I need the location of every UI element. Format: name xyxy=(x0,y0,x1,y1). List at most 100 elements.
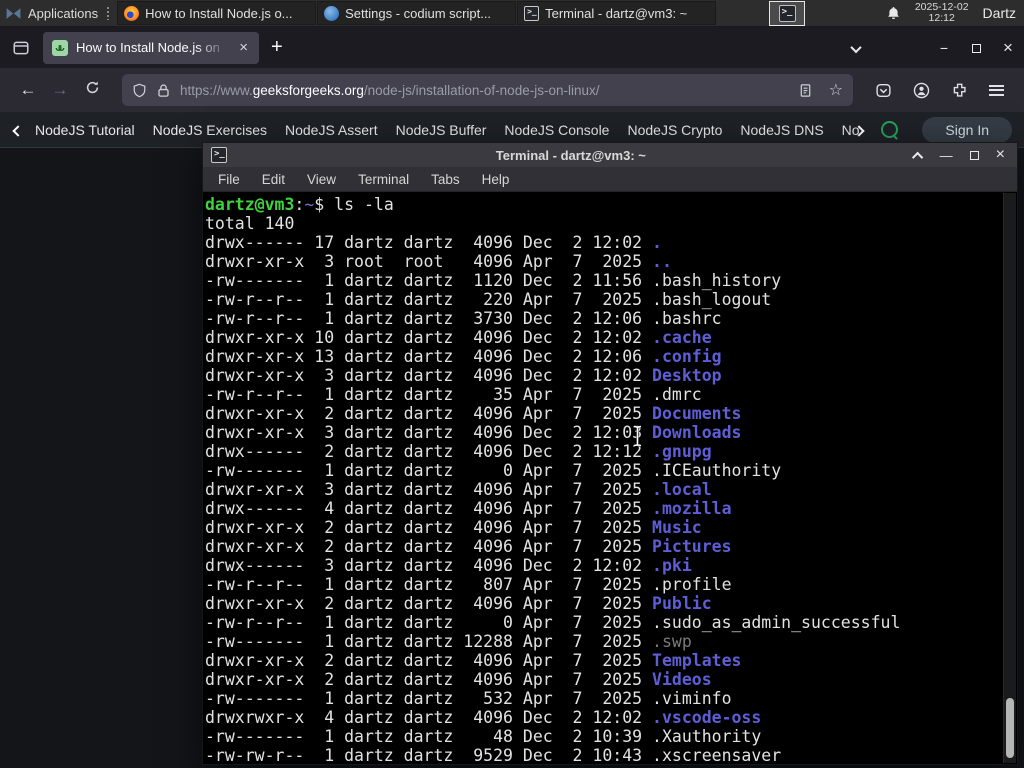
clock-time: 12:12 xyxy=(928,12,955,24)
terminal-menu-view[interactable]: View xyxy=(296,172,347,187)
terminal-titlebar[interactable]: Terminal - dartz@vm3: ~ — × xyxy=(203,143,1017,167)
terminal-output-line: -rw-r--r-- 1 dartz dartz 807 Apr 7 2025 … xyxy=(205,575,1003,594)
url-bar[interactable]: https://www.geeksforgeeks.org/node-js/in… xyxy=(122,74,853,106)
forward-button[interactable]: → xyxy=(44,80,76,100)
taskbar-window-button[interactable]: Terminal - dartz@vm3: ~ xyxy=(517,1,717,25)
terminal-menu-file[interactable]: File xyxy=(207,172,251,187)
terminal-scrollbar[interactable] xyxy=(1003,193,1016,763)
scrollbar-thumb[interactable] xyxy=(1006,698,1014,758)
site-nav-item[interactable]: NodeJS Buffer xyxy=(387,122,496,138)
lock-icon[interactable] xyxy=(156,83,171,98)
chevron-up-icon xyxy=(911,151,923,163)
file-name: .gnupg xyxy=(652,442,712,461)
distro-logo-icon xyxy=(6,7,21,19)
nav-scroll-left-button[interactable] xyxy=(12,122,24,138)
file-name: .bash_logout xyxy=(652,290,772,309)
sign-in-button[interactable]: Sign In xyxy=(922,116,1012,143)
terminal-output[interactable]: dartz@vm3:~$ ls -la total 140 drwx------ 1… xyxy=(204,193,1003,763)
site-nav-item[interactable]: NodeJS DNS xyxy=(731,122,832,138)
tracking-shield-icon[interactable] xyxy=(132,83,147,98)
terminal-menu-terminal[interactable]: Terminal xyxy=(347,172,420,187)
file-meta: -rw-r--r-- 1 dartz dartz 0 Apr 7 2025 xyxy=(205,613,653,632)
new-tab-button[interactable]: + xyxy=(271,36,283,59)
notifications-button[interactable] xyxy=(886,6,901,21)
reader-mode-icon[interactable] xyxy=(798,83,813,98)
clock[interactable]: 2025-12-02 12:12 xyxy=(915,2,969,24)
ibeam-cursor xyxy=(633,424,642,448)
window-switcher xyxy=(769,0,806,26)
close-button[interactable]: × xyxy=(996,146,1005,164)
account-icon[interactable] xyxy=(913,82,930,99)
reload-button[interactable] xyxy=(76,80,108,100)
file-name: .. xyxy=(652,252,672,271)
desktop-screen: Applications How to Install Node.js o...… xyxy=(0,0,1024,768)
file-name: .profile xyxy=(652,575,732,594)
nav-scroll-right-button[interactable] xyxy=(853,122,866,138)
minimize-button[interactable]: − xyxy=(928,40,960,56)
file-meta: -rw-r--r-- 1 dartz dartz 220 Apr 7 2025 xyxy=(205,290,653,309)
minimize-button[interactable]: — xyxy=(940,148,953,163)
terminal-output-line: drwxr-xr-x 3 root root 4096 Apr 7 2025 .… xyxy=(205,252,1003,271)
applications-menu[interactable]: Applications xyxy=(0,0,117,26)
file-meta: -rw-r--r-- 1 dartz dartz 807 Apr 7 2025 xyxy=(205,575,653,594)
site-nav-item[interactable]: NodeJS Console xyxy=(495,122,618,138)
terminal-output-line: drwxr-xr-x 2 dartz dartz 4096 Apr 7 2025… xyxy=(205,518,1003,537)
file-name: Public xyxy=(652,594,712,613)
taskbar-window-button[interactable]: Settings - codium script... xyxy=(317,1,517,25)
bell-icon xyxy=(887,6,899,19)
search-icon[interactable] xyxy=(881,121,899,138)
url-actions: ☆ xyxy=(798,82,843,98)
window-switcher-terminal-icon[interactable] xyxy=(769,0,806,26)
terminal-output-line: drwxr-xr-x 2 dartz dartz 4096 Apr 7 2025… xyxy=(205,594,1003,613)
file-meta: drwxr-xr-x 2 dartz dartz 4096 Apr 7 2025 xyxy=(205,537,653,556)
file-name: .Xauthority xyxy=(652,727,762,746)
back-button[interactable]: ← xyxy=(12,80,44,100)
bookmark-star-icon[interactable]: ☆ xyxy=(829,82,843,98)
terminal-menu-help[interactable]: Help xyxy=(471,172,521,187)
terminal-icon xyxy=(778,4,796,22)
file-meta: drwxr-xr-x 2 dartz dartz 4096 Apr 7 2025 xyxy=(205,404,653,423)
file-name: .xscreensaver xyxy=(652,746,782,763)
terminal-output-line: drwxrwxr-x 4 dartz dartz 4096 Dec 2 12:0… xyxy=(205,708,1003,727)
file-meta: -rw------- 1 dartz dartz 1120 Dec 2 11:5… xyxy=(205,271,653,290)
pocket-icon[interactable] xyxy=(875,82,892,99)
panel-grip-icon xyxy=(106,6,111,20)
file-name: Pictures xyxy=(652,537,732,556)
site-nav-item[interactable]: NodeJS Crypto xyxy=(618,122,731,138)
file-meta: drwxr-xr-x 2 dartz dartz 4096 Apr 7 2025 xyxy=(205,594,653,613)
list-all-tabs-button[interactable] xyxy=(840,40,872,56)
file-meta: drwxr-xr-x 3 dartz dartz 4096 Dec 2 12:0… xyxy=(205,423,653,442)
toolbar-icons xyxy=(871,82,1012,99)
taskbar-window-title: Settings - codium script... xyxy=(345,5,492,21)
terminal-menu-tabs[interactable]: Tabs xyxy=(420,172,471,187)
prompt-command: $ ls -la xyxy=(314,195,394,214)
taskbar: Applications How to Install Node.js o...… xyxy=(0,0,1024,27)
file-meta: drwxr-xr-x 3 root root 4096 Apr 7 2025 xyxy=(205,252,653,271)
file-name: .mozilla xyxy=(652,499,732,518)
terminal-output-line: drwxr-xr-x 2 dartz dartz 4096 Apr 7 2025… xyxy=(205,537,1003,556)
tab-title: How to Install Node.js on xyxy=(76,40,220,55)
extensions-icon[interactable] xyxy=(951,82,968,99)
terminal-menubar: File Edit View Terminal Tabs Help xyxy=(203,167,1017,192)
shade-button[interactable] xyxy=(911,148,923,163)
site-nav-item[interactable]: NodeJS Exercises xyxy=(144,122,276,138)
file-meta: -rw-r--r-- 1 dartz dartz 35 Apr 7 2025 xyxy=(205,385,653,404)
taskbar-window-button[interactable]: How to Install Node.js o... xyxy=(117,1,317,25)
tab-close-icon[interactable]: × xyxy=(237,39,250,56)
file-name: Downloads xyxy=(652,423,742,442)
site-nav-item[interactable]: NodeJS Assert xyxy=(276,122,387,138)
close-button[interactable]: × xyxy=(992,38,1024,58)
user-menu[interactable]: Dartz xyxy=(983,5,1016,21)
maximize-button[interactable] xyxy=(960,40,992,56)
terminal-menu-edit[interactable]: Edit xyxy=(251,172,296,187)
terminal-output-line: -rw------- 1 dartz dartz 0 Apr 7 2025 .I… xyxy=(205,461,1003,480)
site-nav-item[interactable]: NodeJS Tutorial xyxy=(26,122,144,138)
terminal-output-line: -rw-r--r-- 1 dartz dartz 220 Apr 7 2025 … xyxy=(205,290,1003,309)
terminal-total-line: total 140 xyxy=(205,214,295,233)
browser-tab-active[interactable]: How to Install Node.js on × xyxy=(43,31,259,64)
maximize-button[interactable] xyxy=(969,148,979,163)
file-name: .config xyxy=(652,347,722,366)
firefox-view-icon[interactable] xyxy=(12,39,30,57)
menu-icon[interactable] xyxy=(989,84,1004,96)
applications-label: Applications xyxy=(28,5,99,21)
